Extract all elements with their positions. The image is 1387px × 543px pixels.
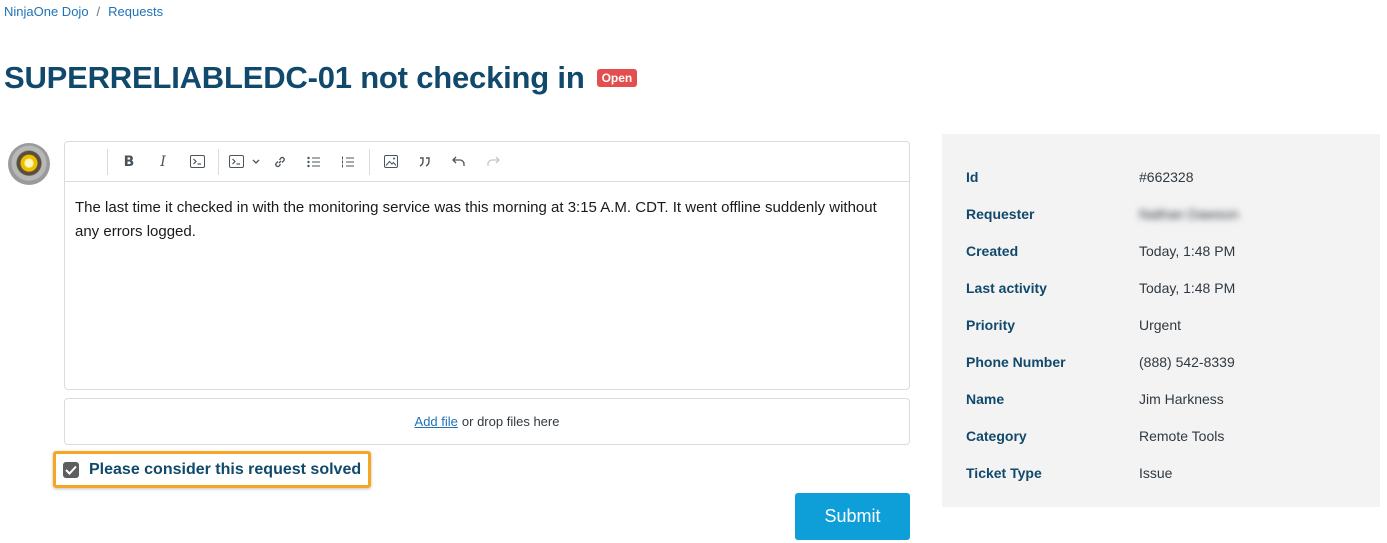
comment-textarea[interactable]: The last time it checked in with the mon…	[65, 182, 909, 258]
undo-icon[interactable]	[442, 148, 476, 176]
request-details-panel: Id #662328 Requester Nathan Dawson Creat…	[942, 134, 1380, 507]
detail-value: Today, 1:48 PM	[1139, 242, 1236, 259]
status-badge: Open	[596, 69, 638, 87]
detail-row-ticket-type: Ticket Type Issue	[966, 454, 1380, 491]
bold-icon[interactable]: B	[112, 148, 146, 176]
quote-icon[interactable]	[408, 148, 442, 176]
breadcrumb: NinjaOne Dojo / Requests	[4, 4, 163, 19]
detail-label: Category	[966, 427, 1027, 444]
numbered-list-icon[interactable]	[331, 148, 365, 176]
detail-row-category: Category Remote Tools	[966, 417, 1380, 454]
comment-editor: B I The last time it checked in with the…	[64, 141, 910, 390]
detail-value: Today, 1:48 PM	[1139, 279, 1236, 296]
detail-row-created: Created Today, 1:48 PM	[966, 232, 1380, 269]
detail-row-last-activity: Last activity Today, 1:48 PM	[966, 269, 1380, 306]
add-file-link[interactable]: Add file	[415, 414, 458, 429]
detail-label: Phone Number	[966, 353, 1066, 370]
drop-files-text: or drop files here	[461, 414, 560, 429]
submit-button[interactable]: Submit	[795, 493, 910, 540]
toolbar-divider	[369, 148, 370, 175]
detail-label: Last activity	[966, 279, 1047, 296]
detail-value: Issue	[1139, 464, 1173, 481]
detail-label: Created	[966, 242, 1019, 259]
editor-toolbar: B I	[65, 142, 909, 182]
solved-label: Please consider this request solved	[89, 460, 362, 478]
detail-row-id: Id #662328	[966, 158, 1380, 195]
link-icon[interactable]	[263, 148, 297, 176]
solved-checkbox[interactable]	[63, 461, 79, 478]
redo-icon[interactable]	[476, 148, 510, 176]
detail-value-blurred: Nathan Dawson	[1139, 205, 1239, 222]
image-icon[interactable]	[374, 148, 408, 176]
detail-row-phone-number: Phone Number (888) 542-8339	[966, 343, 1380, 380]
detail-label: Ticket Type	[966, 464, 1042, 481]
title-row: SUPERRELIABLEDC-01 not checking in Open	[4, 60, 638, 96]
page-title: SUPERRELIABLEDC-01 not checking in	[4, 60, 585, 95]
breadcrumb-home-link[interactable]: NinjaOne Dojo	[4, 4, 89, 19]
detail-value: #662328	[1139, 168, 1194, 185]
detail-label: Priority	[966, 316, 1016, 333]
breadcrumb-requests-link[interactable]: Requests	[108, 4, 163, 19]
code-icon[interactable]	[180, 148, 214, 176]
chevron-down-icon[interactable]	[249, 148, 263, 176]
detail-value: Remote Tools	[1139, 427, 1225, 444]
toolbar-divider	[107, 148, 108, 175]
detail-row-name: Name Jim Harkness	[966, 380, 1380, 417]
italic-icon[interactable]: I	[146, 148, 180, 176]
detail-label: Name	[966, 390, 1005, 407]
bulleted-list-icon[interactable]	[297, 148, 331, 176]
detail-row-requester: Requester Nathan Dawson	[966, 195, 1380, 232]
detail-value: Jim Harkness	[1139, 390, 1224, 407]
detail-label: Requester	[966, 205, 1035, 222]
code-block-icon[interactable]	[223, 148, 249, 176]
toolbar-divider	[218, 148, 219, 175]
avatar	[8, 143, 50, 185]
detail-value: (888) 542-8339	[1139, 353, 1235, 370]
detail-label: Id	[966, 168, 979, 185]
solved-checkbox-container[interactable]: Please consider this request solved	[53, 451, 371, 488]
breadcrumb-separator: /	[96, 4, 101, 19]
file-dropzone[interactable]: Add file or drop files here	[64, 398, 910, 445]
detail-row-priority: Priority Urgent	[966, 306, 1380, 343]
detail-value: Urgent	[1139, 316, 1182, 333]
